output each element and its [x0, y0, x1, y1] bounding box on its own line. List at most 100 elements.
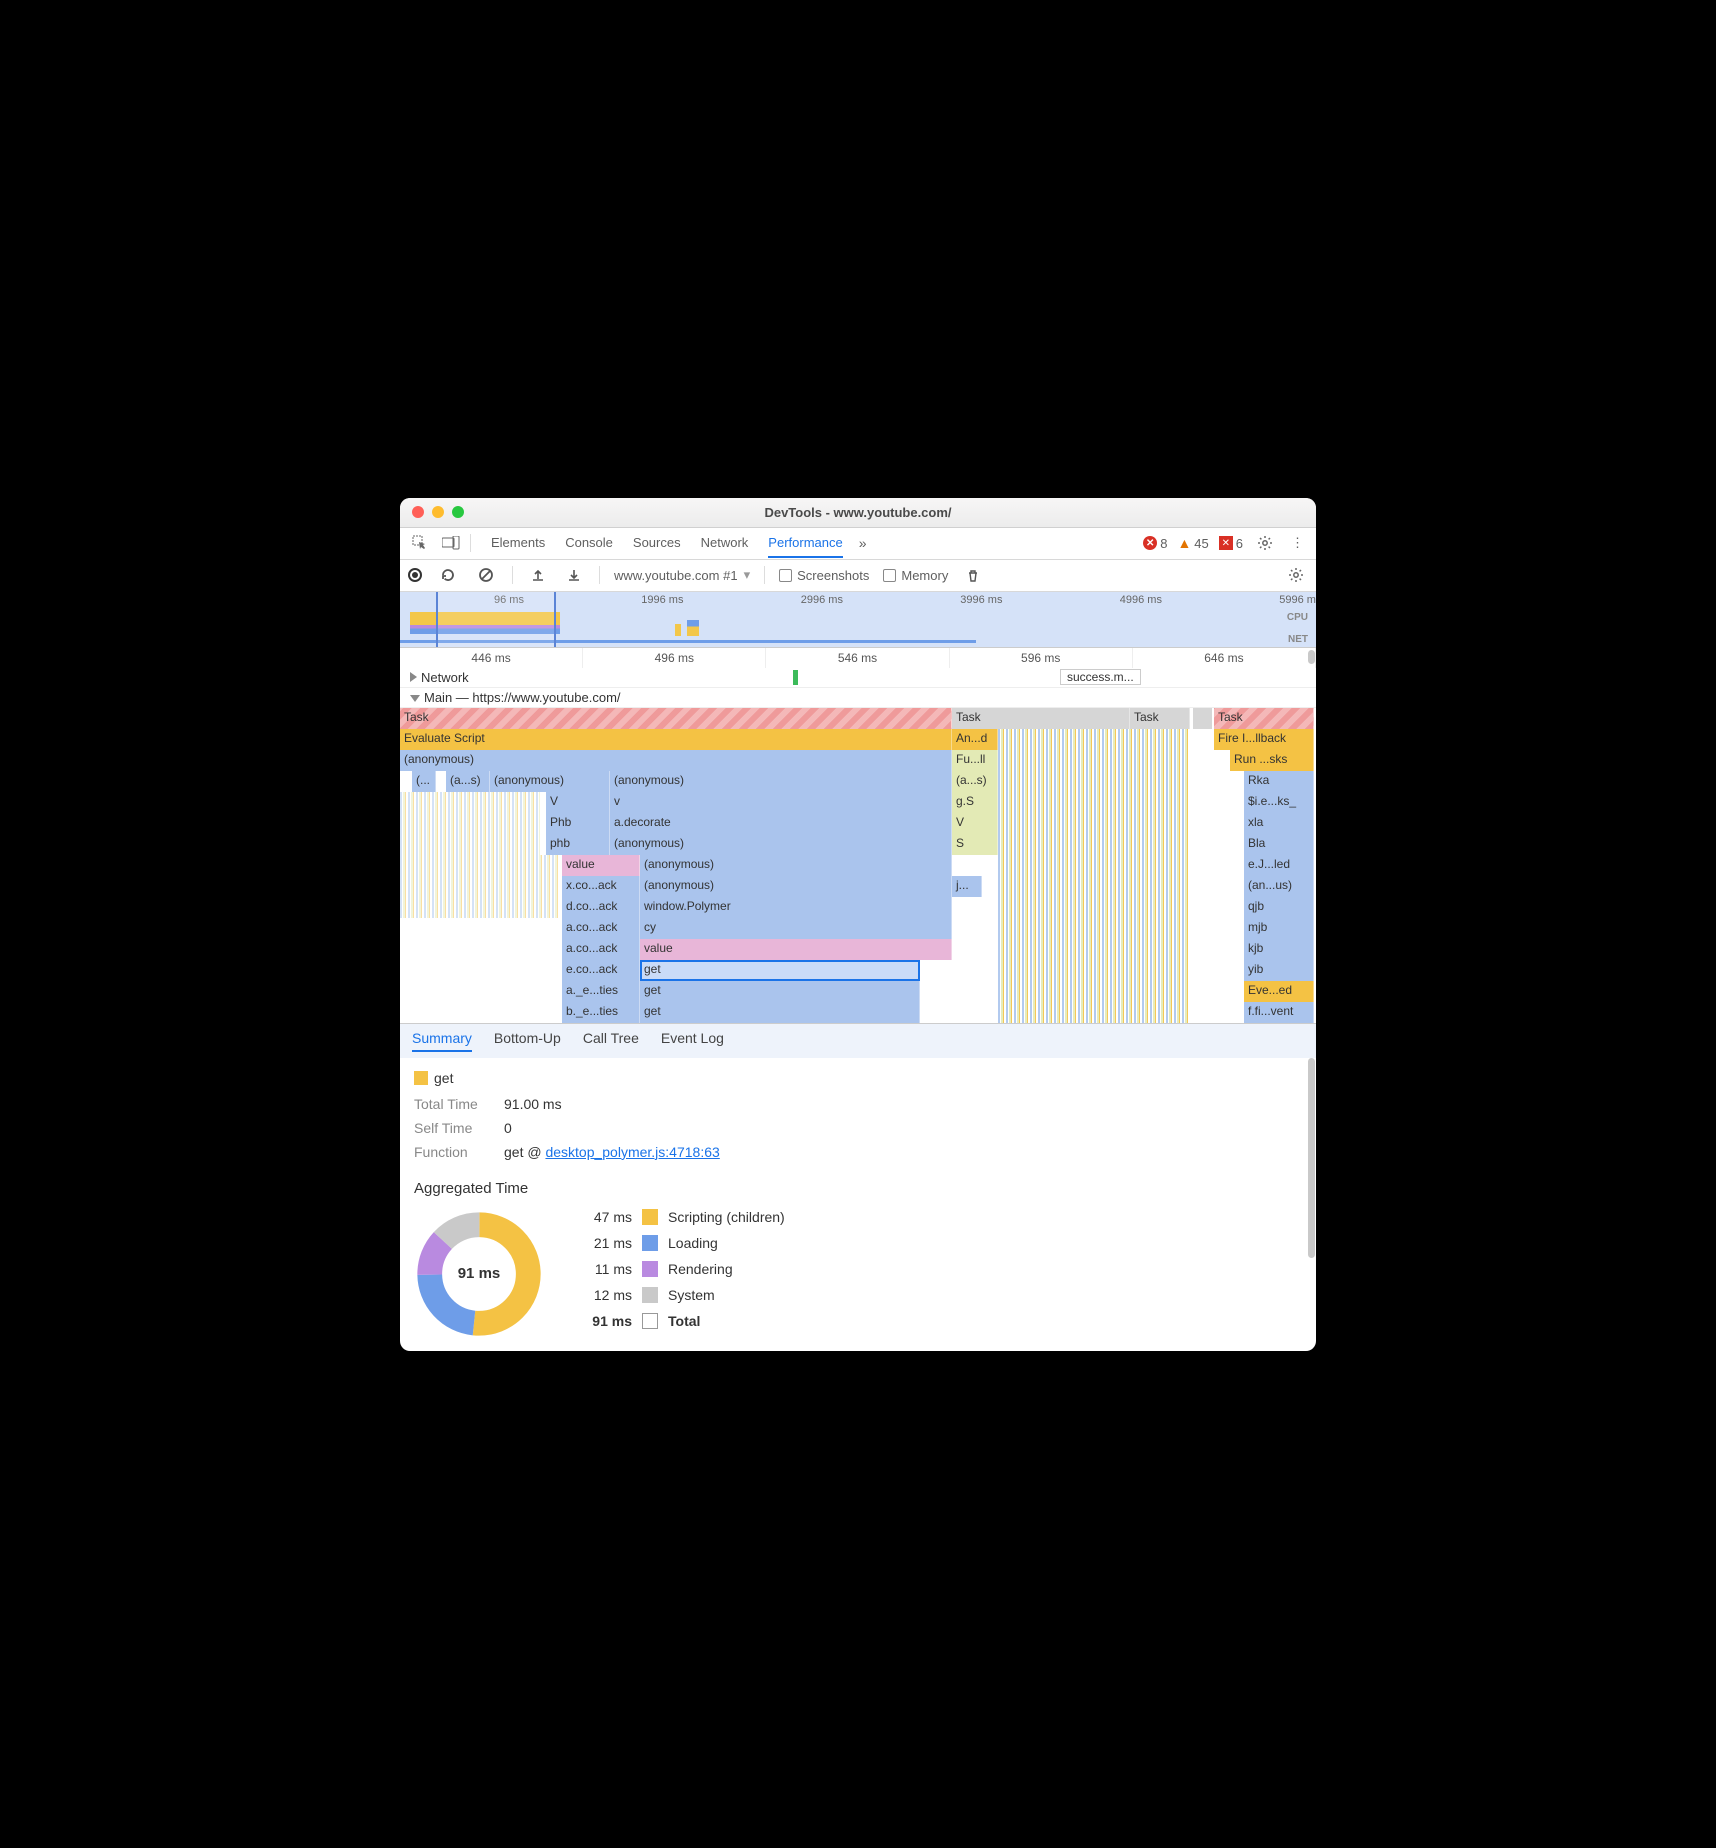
kebab-menu-icon[interactable]: ⋮ — [1287, 531, 1308, 555]
tab-event-log[interactable]: Event Log — [661, 1030, 724, 1052]
flame-cell[interactable]: (a...s) — [952, 771, 998, 792]
flame-cell[interactable]: Run ...sks — [1230, 750, 1314, 771]
close-window-icon[interactable] — [412, 506, 424, 518]
flame-cell[interactable]: kjb — [1244, 939, 1314, 960]
network-event[interactable] — [793, 670, 798, 685]
record-button[interactable] — [408, 568, 422, 582]
flame-cell[interactable]: b._e...ties — [562, 1002, 640, 1023]
capture-settings-icon[interactable] — [1284, 563, 1308, 587]
flame-cell[interactable]: get — [640, 1002, 920, 1023]
flame-cell[interactable]: Fu...ll — [952, 750, 998, 771]
tab-bottom-up[interactable]: Bottom-Up — [494, 1030, 561, 1052]
more-tabs-icon[interactable]: » — [859, 535, 867, 551]
flame-cell[interactable]: (anonymous) — [610, 834, 952, 855]
screenshots-checkbox[interactable]: Screenshots — [779, 568, 869, 583]
flame-selected-get[interactable]: get — [640, 960, 920, 981]
clear-button[interactable] — [474, 563, 498, 587]
error-badge[interactable]: ✕8 — [1143, 536, 1167, 551]
flame-cell[interactable]: e.J...led — [1244, 855, 1314, 876]
inspect-icon[interactable] — [408, 531, 432, 555]
scrollbar-vertical[interactable] — [1308, 650, 1315, 664]
flame-task[interactable]: Task — [952, 708, 1130, 729]
flame-task: Task — [1214, 708, 1314, 729]
flame-cell[interactable]: (anonymous) — [610, 771, 952, 792]
network-resource-pill[interactable]: success.m... — [1060, 669, 1141, 685]
target-select[interactable]: www.youtube.com #1 ▾ — [614, 567, 750, 583]
tab-performance[interactable]: Performance — [768, 529, 842, 558]
flame-cell[interactable]: Eve...ed — [1244, 981, 1314, 1002]
flame-cell[interactable]: (a...s) — [446, 771, 490, 792]
flame-cell[interactable]: (anonymous) — [640, 855, 952, 876]
flame-chart[interactable]: Task Task Task Task Evaluate Script An..… — [400, 708, 1316, 1023]
flame-cell[interactable]: yib — [1244, 960, 1314, 981]
tab-elements[interactable]: Elements — [491, 529, 545, 557]
flame-cell[interactable]: (anonymous) — [490, 771, 610, 792]
memory-checkbox[interactable]: Memory — [883, 568, 948, 583]
reload-button[interactable] — [436, 563, 460, 587]
flame-cell[interactable]: Rka — [1244, 771, 1314, 792]
flame-cell[interactable]: (an...us) — [1244, 876, 1314, 897]
flame-cell[interactable]: value — [562, 855, 640, 876]
warning-badge[interactable]: ▲45 — [1177, 535, 1208, 551]
flame-cell[interactable]: x.co...ack — [562, 876, 640, 897]
upload-icon[interactable] — [527, 564, 549, 586]
flame-cell[interactable]: g.S — [952, 792, 998, 813]
overview-window-handle[interactable] — [436, 592, 556, 647]
overview-timeline[interactable]: 96 ms 1996 ms 2996 ms 3996 ms 4996 ms 59… — [400, 592, 1316, 648]
flame-cell[interactable]: window.Polymer — [640, 897, 952, 918]
scrollbar-vertical[interactable] — [1308, 1058, 1315, 1258]
tab-summary[interactable]: Summary — [412, 1030, 472, 1052]
flame-cell[interactable]: S — [952, 834, 998, 855]
summary-panel: get Total Time91.00 ms Self Time0 Functi… — [400, 1058, 1316, 1351]
flame-cell[interactable]: e.co...ack — [562, 960, 640, 981]
flame-cell[interactable]: cy — [640, 918, 952, 939]
expand-icon[interactable] — [410, 672, 417, 682]
time-ruler[interactable]: 446 ms 496 ms 546 ms 596 ms 646 ms — [400, 648, 1316, 668]
flame-cell[interactable]: Fire I...llback — [1214, 729, 1314, 750]
collapse-icon[interactable] — [410, 695, 420, 702]
flame-cell[interactable]: a.co...ack — [562, 918, 640, 939]
flame-cell[interactable]: a.co...ack — [562, 939, 640, 960]
tab-call-tree[interactable]: Call Tree — [583, 1030, 639, 1052]
issue-badge[interactable]: ✕6 — [1219, 536, 1243, 551]
flame-cell[interactable]: j... — [952, 876, 982, 897]
flame-cell[interactable]: $i.e...ks_ — [1244, 792, 1314, 813]
flame-task[interactable]: Task — [1130, 708, 1190, 729]
net-label: NET — [1288, 634, 1308, 645]
flame-cell[interactable]: d.co...ack — [562, 897, 640, 918]
function-source-link[interactable]: desktop_polymer.js:4718:63 — [545, 1144, 719, 1160]
flame-cell[interactable]: a.decorate — [610, 813, 952, 834]
flame-cell[interactable]: V — [546, 792, 610, 813]
flame-cell[interactable]: (anonymous) — [640, 876, 952, 897]
tab-sources[interactable]: Sources — [633, 529, 681, 557]
details-tabbar: Summary Bottom-Up Call Tree Event Log — [400, 1023, 1316, 1058]
gc-icon[interactable] — [962, 564, 984, 586]
settings-icon[interactable] — [1253, 531, 1277, 555]
flame-cell[interactable]: V — [952, 813, 998, 834]
tab-console[interactable]: Console — [565, 529, 613, 557]
donut-center-label: 91 ms — [414, 1209, 544, 1339]
flame-cell[interactable]: get — [640, 981, 920, 1002]
maximize-window-icon[interactable] — [452, 506, 464, 518]
device-toggle-icon[interactable] — [438, 532, 464, 554]
flame-cell[interactable]: (... — [412, 771, 436, 792]
flame-cell[interactable]: value — [640, 939, 952, 960]
flame-cell[interactable]: phb — [546, 834, 610, 855]
main-track-header[interactable]: Main — https://www.youtube.com/ — [400, 688, 1316, 708]
flame-cell[interactable]: Bla — [1244, 834, 1314, 855]
flame-evaluate-script[interactable]: Evaluate Script — [400, 729, 952, 750]
download-icon[interactable] — [563, 564, 585, 586]
flame-cell[interactable]: a._e...ties — [562, 981, 640, 1002]
flame-cell[interactable]: v — [610, 792, 952, 813]
flame-cell[interactable]: An...d — [952, 729, 998, 750]
minimize-window-icon[interactable] — [432, 506, 444, 518]
flame-cell[interactable]: qjb — [1244, 897, 1314, 918]
tab-network[interactable]: Network — [701, 529, 749, 557]
flame-cell[interactable]: xla — [1244, 813, 1314, 834]
flame-cell[interactable]: Phb — [546, 813, 610, 834]
flame-cell[interactable]: f.fi...vent — [1244, 1002, 1314, 1023]
flame-cell[interactable]: mjb — [1244, 918, 1314, 939]
flame-task[interactable]: Task — [400, 708, 952, 729]
network-track-header[interactable]: Network success.m... — [400, 668, 1316, 688]
flame-anonymous[interactable]: (anonymous) — [400, 750, 952, 771]
